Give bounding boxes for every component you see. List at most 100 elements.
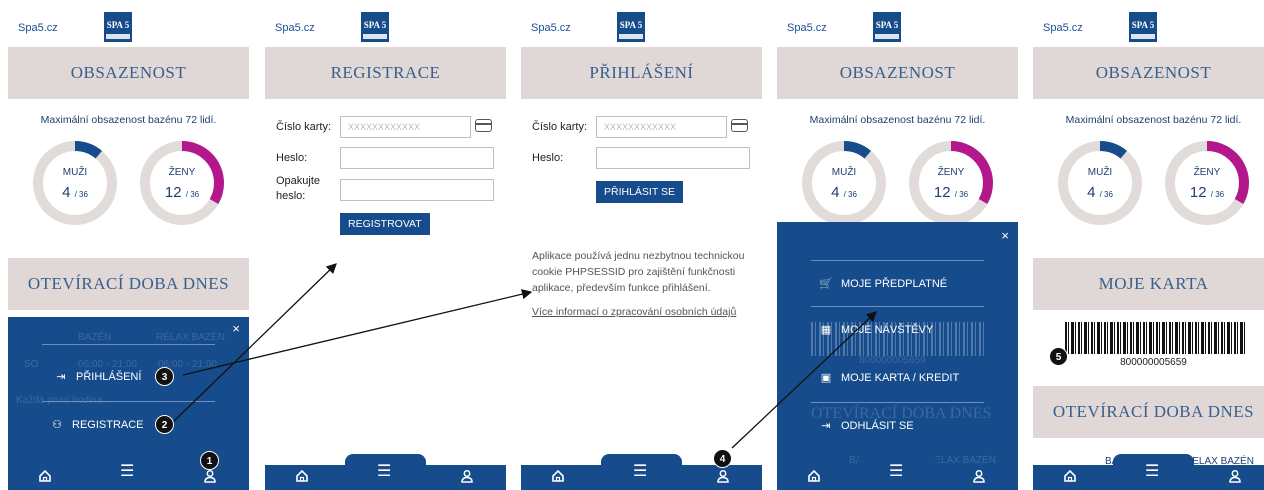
spa5-logo[interactable]: SPA 5 bbox=[617, 12, 645, 42]
men-gauge-ring bbox=[33, 141, 117, 225]
password-input[interactable] bbox=[340, 147, 494, 169]
menu-item-login[interactable]: ⇥ PŘIHLÁŠENÍ bbox=[52, 370, 141, 383]
login-button[interactable]: PŘIHLÁSIT SE bbox=[596, 181, 683, 203]
step-badge-4: 4 bbox=[713, 449, 732, 468]
menu-item-subscription[interactable]: 🛒 MOJE PŘEDPLATNÉ bbox=[817, 277, 947, 290]
men-value: 4 / 36 bbox=[1087, 184, 1113, 201]
register-button[interactable]: REGISTROVAT bbox=[340, 213, 430, 235]
ghost-time-pool: 06:00 - 21:00 bbox=[78, 359, 137, 370]
women-gauge: ŽENY 12 / 36 bbox=[139, 140, 225, 226]
close-icon[interactable]: × bbox=[232, 321, 240, 336]
close-icon[interactable]: × bbox=[1001, 228, 1009, 243]
user-icon[interactable] bbox=[1228, 469, 1242, 485]
top-bar: Spa5.cz SPA 5 bbox=[8, 0, 249, 44]
menu-item-card-credit-label: MOJE KARTA / KREDIT bbox=[841, 372, 960, 384]
card-number-label: Číslo karty: bbox=[276, 121, 332, 133]
menu-icon[interactable]: ☰ bbox=[889, 464, 903, 480]
repeat-password-label-2: heslo: bbox=[276, 190, 306, 202]
home-icon[interactable] bbox=[38, 469, 52, 485]
card-number-input[interactable]: XXXXXXXXXXXX bbox=[340, 116, 471, 138]
home-icon[interactable] bbox=[295, 469, 309, 485]
women-label: ŽENY bbox=[1193, 167, 1221, 178]
men-label: MUŽI bbox=[62, 167, 88, 178]
screen-registration: Spa5.cz SPA 5 REGISTRACE Číslo karty: XX… bbox=[265, 0, 506, 490]
card-scan-icon[interactable] bbox=[731, 119, 748, 132]
card-barcode bbox=[1065, 322, 1245, 354]
ghost-card-number: 800000005659 bbox=[859, 355, 926, 366]
top-bar: Spa5.cz SPA 5 bbox=[521, 0, 762, 44]
page-title: OBSAZENOST bbox=[1033, 47, 1264, 99]
step-badge-5: 5 bbox=[1049, 347, 1068, 366]
page-title: PŘIHLÁŠENÍ bbox=[521, 47, 762, 99]
login-icon: ⇥ bbox=[56, 371, 66, 383]
screen-user-menu: Spa5.cz SPA 5 OBSAZENOST Maximální obsaz… bbox=[777, 0, 1018, 490]
women-gauge: ŽENY 12 / 36 bbox=[1164, 140, 1250, 226]
home-icon[interactable] bbox=[807, 469, 821, 485]
screen-occupancy-guest: Spa5.cz SPA 5 OBSAZENOST Maximální obsaz… bbox=[8, 0, 249, 490]
user-icon[interactable] bbox=[203, 469, 217, 485]
user-icon[interactable] bbox=[716, 469, 730, 485]
cart-icon: 🛒 bbox=[819, 278, 833, 290]
card-number-label: Číslo karty: bbox=[532, 121, 588, 133]
user-icon[interactable] bbox=[460, 469, 474, 485]
opening-hours-title: OTEVÍRACÍ DOBA DNES bbox=[8, 258, 249, 310]
menu-item-card-credit[interactable]: ▣ MOJE KARTA / KREDIT bbox=[817, 371, 959, 384]
repeat-password-input[interactable] bbox=[340, 179, 494, 201]
men-label: MUŽI bbox=[1087, 167, 1113, 178]
calendar-icon: ▦ bbox=[820, 324, 832, 336]
site-name[interactable]: Spa5.cz bbox=[18, 22, 58, 34]
women-gauge-ring bbox=[1165, 141, 1249, 225]
menu-item-register-label: REGISTRACE bbox=[72, 419, 144, 431]
menu-item-logout[interactable]: ⇥ ODHLÁSIT SE bbox=[817, 419, 913, 432]
women-label: ŽENY bbox=[937, 167, 965, 178]
top-bar: Spa5.cz SPA 5 bbox=[1033, 0, 1264, 44]
top-bar: Spa5.cz SPA 5 bbox=[777, 0, 1018, 44]
user-icon[interactable] bbox=[972, 469, 986, 485]
site-name[interactable]: Spa5.cz bbox=[275, 22, 315, 34]
menu-item-visits[interactable]: ▦ MOJE NÁVŠTĚVY bbox=[817, 323, 934, 336]
page-title: OBSAZENOST bbox=[8, 47, 249, 99]
logo-text: SPA 5 bbox=[619, 20, 643, 30]
women-gauge-ring bbox=[909, 141, 993, 225]
menu-item-register[interactable]: ⚇ REGISTRACE bbox=[48, 418, 144, 431]
menu-item-login-label: PŘIHLÁŠENÍ bbox=[76, 371, 142, 383]
men-value: 4 / 36 bbox=[831, 184, 857, 201]
password-input[interactable] bbox=[596, 147, 750, 169]
site-name[interactable]: Spa5.cz bbox=[531, 22, 571, 34]
bottom-nav: ☰ bbox=[265, 454, 506, 490]
menu-icon[interactable]: ☰ bbox=[377, 464, 391, 480]
guest-menu-panel: × BAZÉN RELAX BAZÉN SO 06:00 - 21:00 06:… bbox=[8, 317, 249, 467]
opening-hours-title: OTEVÍRACÍ DOBA DNES bbox=[1033, 386, 1264, 438]
max-occupancy-text: Maximální obsazenost bazénu 72 lidí. bbox=[809, 114, 986, 126]
repeat-password-label-1: Opakujte bbox=[276, 175, 321, 187]
home-icon[interactable] bbox=[1063, 469, 1077, 485]
home-icon[interactable] bbox=[551, 469, 565, 485]
men-label: MUŽI bbox=[831, 167, 857, 178]
women-value: 12 / 36 bbox=[933, 184, 969, 201]
spa5-logo[interactable]: SPA 5 bbox=[361, 12, 389, 42]
screen-login: Spa5.cz SPA 5 PŘIHLÁŠENÍ Číslo karty: XX… bbox=[521, 0, 762, 490]
spa5-logo[interactable]: SPA 5 bbox=[104, 12, 132, 42]
logo-text: SPA 5 bbox=[363, 20, 387, 30]
menu-icon[interactable]: ☰ bbox=[633, 464, 647, 480]
men-gauge: MUŽI 4 / 36 bbox=[1057, 140, 1143, 226]
page-title: REGISTRACE bbox=[265, 47, 506, 99]
spa5-logo[interactable]: SPA 5 bbox=[1129, 12, 1157, 42]
step-badge-2: 2 bbox=[155, 415, 174, 434]
menu-icon[interactable]: ☰ bbox=[1145, 464, 1159, 480]
card-scan-icon[interactable] bbox=[475, 119, 492, 132]
women-label: ŽENY bbox=[168, 167, 196, 178]
logo-text: SPA 5 bbox=[875, 20, 899, 30]
menu-icon[interactable]: ☰ bbox=[120, 464, 134, 480]
spa5-logo[interactable]: SPA 5 bbox=[873, 12, 901, 42]
privacy-info-link[interactable]: Více informací o zpracování osobních úda… bbox=[532, 306, 736, 318]
women-gauge-ring bbox=[140, 141, 224, 225]
men-gauge-ring bbox=[802, 141, 886, 225]
site-name[interactable]: Spa5.cz bbox=[1043, 22, 1083, 34]
max-occupancy-text: Maximální obsazenost bazénu 72 lidí. bbox=[1065, 114, 1242, 126]
site-name[interactable]: Spa5.cz bbox=[787, 22, 827, 34]
logo-text: SPA 5 bbox=[106, 20, 130, 30]
password-label: Heslo: bbox=[532, 152, 564, 164]
card-number-input[interactable]: XXXXXXXXXXXX bbox=[596, 116, 727, 138]
my-card-title: MOJE KARTA bbox=[1033, 258, 1264, 310]
